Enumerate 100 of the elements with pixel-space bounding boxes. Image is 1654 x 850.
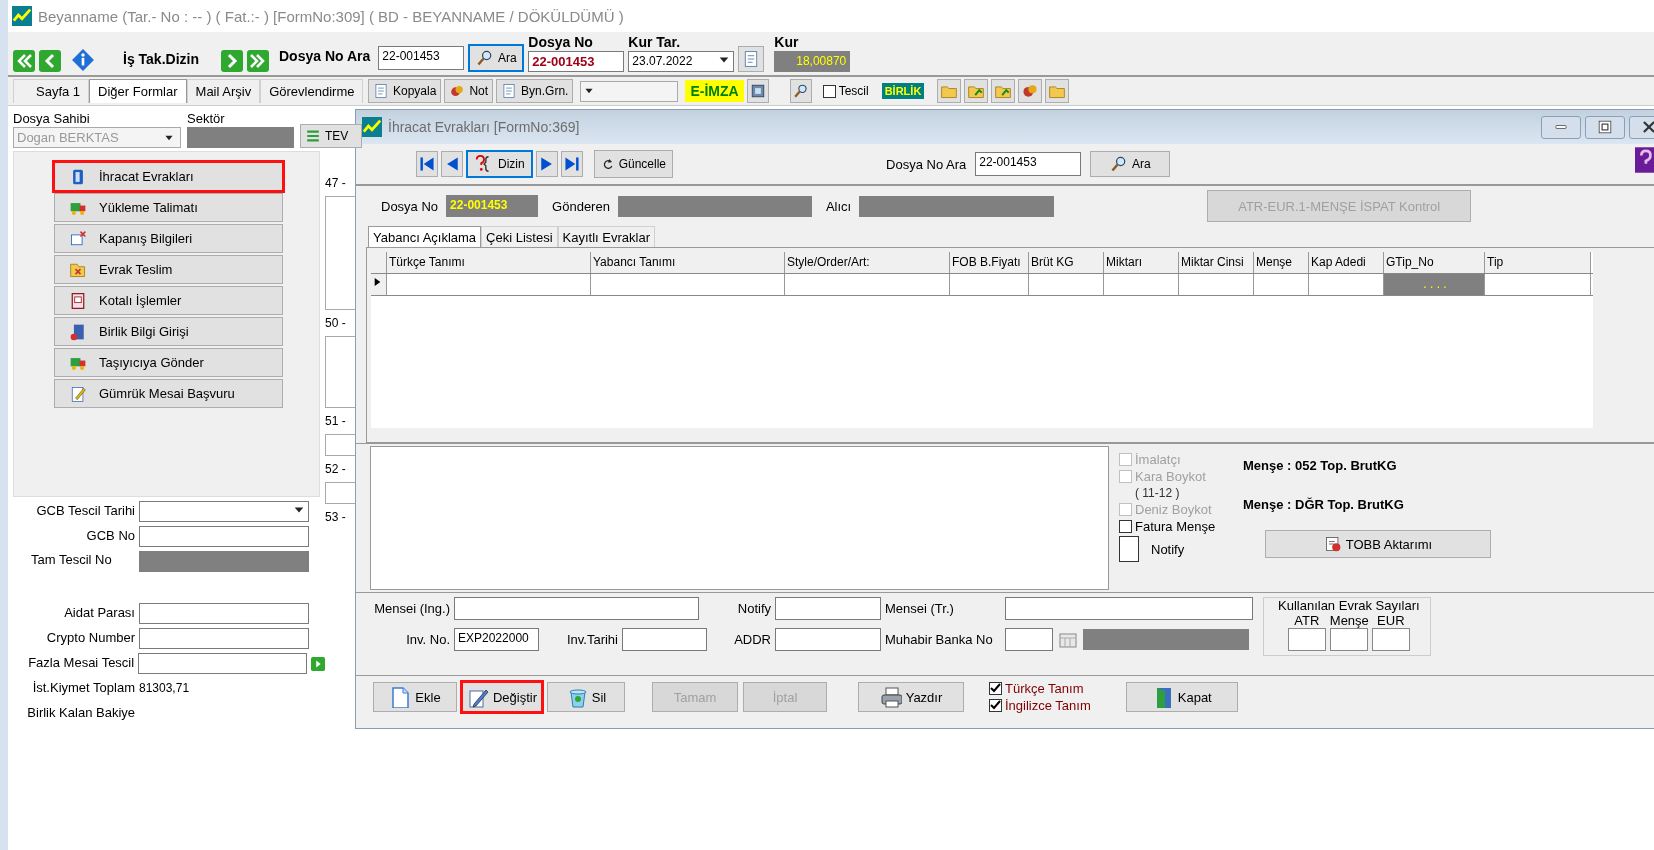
rate-field[interactable]: 18,00870 (774, 51, 851, 72)
column-header[interactable]: FOB B.Fiyatı (950, 252, 1029, 273)
search-button[interactable]: Ara (1090, 151, 1171, 177)
e-signature-button[interactable]: E-İMZA (685, 80, 744, 102)
refresh-button[interactable]: Güncelle (593, 150, 674, 178)
index-button[interactable]: Dizin (466, 150, 533, 178)
checkbox[interactable] (989, 682, 1002, 695)
text-field[interactable] (622, 628, 707, 651)
text-field[interactable]: EXP2022000 (454, 628, 539, 651)
tab[interactable]: Diğer Formlar (89, 79, 187, 103)
toolbar-button[interactable] (964, 79, 989, 103)
total-label: Menşe : 052 Top. BrutKG (1243, 458, 1398, 473)
date-combo[interactable] (139, 501, 309, 522)
first-icon[interactable] (13, 50, 35, 72)
tab[interactable]: Sayfa 1 (13, 79, 90, 103)
last-icon[interactable] (247, 50, 269, 72)
toolbar-button[interactable] (1018, 79, 1043, 103)
checkbox[interactable] (989, 699, 1002, 712)
toolbar-button[interactable]: Kopyala (368, 79, 442, 103)
checkbox[interactable] (1119, 520, 1132, 533)
tobb-transfer-button[interactable]: TOBB Aktarımı (1265, 530, 1491, 558)
text-field[interactable] (1005, 628, 1053, 651)
calendar-icon (69, 291, 87, 310)
count-field[interactable] (1371, 628, 1410, 651)
task-index-label[interactable]: İş Tak.Dizin (123, 51, 199, 72)
search-icon (475, 49, 494, 67)
column-header[interactable]: Kap Adedi (1309, 252, 1384, 273)
building-icon (69, 322, 87, 341)
field-label: Crypto Number (45, 629, 135, 647)
toolbar-button[interactable]: Byn.Grn. (496, 79, 574, 103)
form-button[interactable]: Taşıyıcıya Gönder (54, 348, 283, 377)
file-number-field[interactable]: 22-001453 (528, 51, 625, 72)
action-button[interactable]: Değiştir (462, 682, 542, 712)
text-field[interactable] (775, 628, 881, 651)
column-header[interactable]: Style/Order/Art: (785, 252, 950, 273)
toolbar-button[interactable] (789, 79, 812, 103)
form-button[interactable]: Kotalı İşlemler (54, 286, 283, 315)
form-button[interactable]: Yükleme Talimatı (54, 193, 283, 222)
close-button[interactable]: Kapat (1125, 682, 1238, 712)
text-field[interactable] (139, 526, 309, 547)
toolbar-button[interactable]: Not (444, 79, 494, 103)
column-header[interactable]: GTip_No (1384, 252, 1485, 273)
action-button[interactable]: Yazdır (858, 682, 964, 712)
column-header[interactable]: Türkçe Tanımı (387, 252, 591, 273)
toolbar-button[interactable] (937, 79, 962, 103)
toolbar-button[interactable] (746, 79, 769, 103)
text-field[interactable] (138, 653, 307, 674)
previous-icon[interactable] (39, 50, 61, 72)
nav-button[interactable] (535, 151, 558, 177)
form-button[interactable]: Kapanış Bilgileri (54, 224, 283, 253)
maximize-button[interactable] (1585, 115, 1625, 139)
count-field[interactable] (1329, 628, 1368, 651)
tab[interactable]: Görevlendirme (260, 79, 364, 103)
owner-value: Dogan BERKTAS (17, 130, 119, 145)
column-header[interactable]: Brüt KG (1029, 252, 1104, 273)
section-label: 51 - (325, 414, 347, 428)
info-icon[interactable] (71, 48, 95, 72)
text-field[interactable] (139, 628, 309, 649)
dropdown-icon (584, 86, 595, 96)
column-header[interactable]: Yabancı Tanımı (591, 252, 785, 273)
rate-date-label: Kur Tar. (628, 34, 682, 50)
column-header[interactable]: Menşe (1254, 252, 1309, 273)
app-logo-icon (362, 117, 382, 137)
search-button[interactable]: Ara (468, 44, 525, 72)
sector-field[interactable] (187, 127, 294, 148)
form-button[interactable]: Evrak Teslim (54, 255, 283, 284)
column-header[interactable]: Tip (1485, 252, 1591, 273)
register-checkbox[interactable] (822, 84, 836, 98)
search-field[interactable]: 22-001453 (975, 152, 1082, 176)
next-icon[interactable] (221, 50, 243, 72)
text-field[interactable] (775, 597, 881, 620)
text-field[interactable] (139, 603, 309, 624)
tab[interactable]: Kayıtlı Evraklar (557, 226, 655, 247)
tab[interactable]: Yabancı Açıklama (368, 226, 482, 247)
text-field[interactable] (454, 597, 699, 620)
note-icon (449, 83, 466, 99)
column-header[interactable]: Miktar Cinsi (1179, 252, 1254, 273)
text-field[interactable] (1005, 597, 1253, 620)
tab[interactable]: Mail Arşiv (186, 79, 261, 103)
form-button[interactable]: Birlik Bilgi Girişi (54, 317, 283, 346)
action-button[interactable]: Ekle (373, 682, 457, 712)
toolbar-button[interactable] (991, 79, 1016, 103)
search-field[interactable]: 22-001453 (378, 46, 465, 70)
memo-field[interactable] (370, 446, 1109, 590)
count-field[interactable] (1287, 628, 1326, 651)
tev-button[interactable]: TEV (300, 124, 362, 148)
nav-button[interactable] (416, 151, 438, 177)
minimize-button[interactable] (1541, 115, 1581, 139)
form-button[interactable]: Gümrük Mesai Başvuru (54, 379, 283, 408)
nav-button[interactable] (441, 151, 463, 177)
date-combo[interactable]: 23.07.2022 (628, 51, 735, 72)
toolbar-button[interactable] (1045, 79, 1070, 103)
tab[interactable]: Çeki Listesi (481, 226, 558, 247)
checkbox[interactable] (1119, 536, 1139, 562)
help-icon[interactable] (1635, 147, 1654, 173)
go-icon[interactable] (311, 657, 325, 671)
form-button[interactable]: İhracat Evrakları (54, 162, 283, 191)
nav-button[interactable] (560, 151, 583, 177)
action-button[interactable]: Sil (547, 682, 625, 712)
column-header[interactable]: Miktarı (1104, 252, 1179, 273)
